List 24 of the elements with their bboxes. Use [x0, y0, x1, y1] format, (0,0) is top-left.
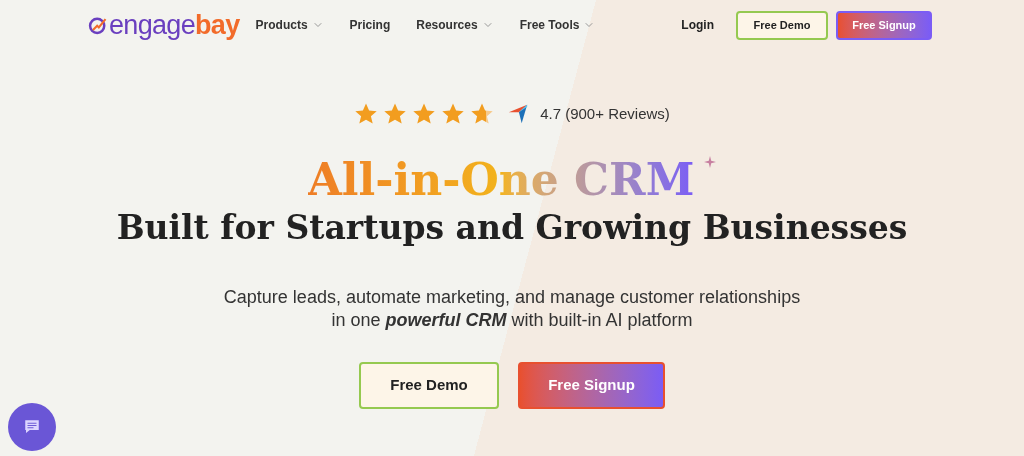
subheadline: Built for Startups and Growing Businesses: [116, 208, 908, 248]
nav-link[interactable]: Resources: [416, 16, 494, 34]
star-icon: [354, 102, 379, 126]
rating-text: 4.7 (900+ Reviews): [540, 103, 670, 124]
free-demo-button[interactable]: Free Demo: [359, 362, 499, 409]
free-signup-button[interactable]: Free Signup: [836, 10, 932, 40]
star-icon: [441, 102, 466, 126]
logo-icon: [88, 15, 108, 35]
arrow-logo-icon: [507, 103, 530, 125]
free-demo-button[interactable]: Free Demo: [736, 10, 828, 40]
star-icon: [412, 102, 437, 126]
nav-link[interactable]: Free Tools: [519, 16, 596, 34]
star-icon: [383, 102, 408, 126]
free-signup-button[interactable]: Free Signup: [518, 362, 665, 409]
logo-text[interactable]: engage: [109, 11, 196, 39]
star-icon: [470, 102, 495, 126]
nav-link[interactable]: Pricing: [349, 16, 391, 34]
login-link[interactable]: Login: [681, 16, 714, 34]
chat-button[interactable]: [8, 403, 56, 451]
description-text: in one powerful CRM with built-in AI platform: [331, 309, 693, 332]
description-text: Capture leads, automate marketing, and manage customer relationships: [223, 286, 801, 309]
nav-link[interactable]: Products: [255, 16, 324, 34]
chat-icon: [23, 418, 41, 436]
sparkle-icon: [704, 156, 717, 168]
